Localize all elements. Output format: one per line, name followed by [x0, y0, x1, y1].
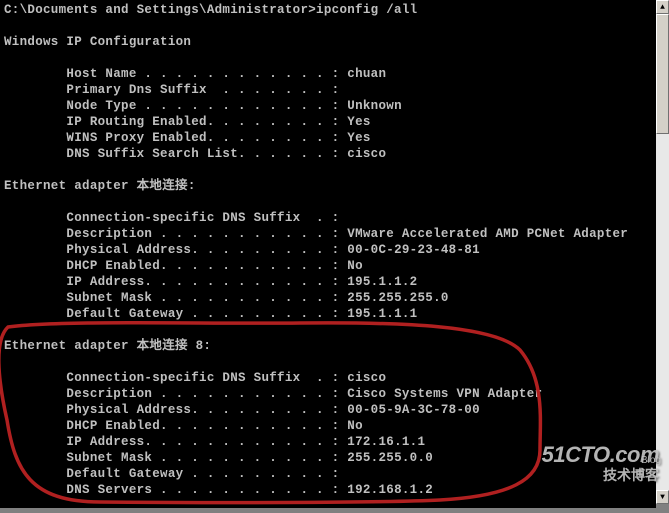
- adapter-header: Ethernet adapter 本地连接:: [4, 179, 196, 193]
- kv-row: Subnet Mask . . . . . . . . . . . : 255.…: [4, 451, 433, 465]
- command-prompt-window: C:\Documents and Settings\Administrator>…: [0, 0, 656, 508]
- scroll-thumb[interactable]: [656, 14, 669, 134]
- kv-row: Description . . . . . . . . . . . : Cisc…: [4, 387, 542, 401]
- kv-row: Connection-specific DNS Suffix . :: [4, 211, 339, 225]
- command-line: C:\Documents and Settings\Administrator>…: [4, 3, 417, 17]
- kv-row: Physical Address. . . . . . . . . : 00-0…: [4, 243, 480, 257]
- kv-row: Default Gateway . . . . . . . . . : 195.…: [4, 307, 417, 321]
- kv-row: Physical Address. . . . . . . . . : 00-0…: [4, 403, 480, 417]
- kv-row: WINS Proxy Enabled. . . . . . . . : Yes: [4, 131, 371, 145]
- kv-row: Default Gateway . . . . . . . . . :: [4, 467, 339, 481]
- kv-row: Host Name . . . . . . . . . . . . : chua…: [4, 67, 386, 81]
- kv-row: IP Address. . . . . . . . . . . . : 195.…: [4, 275, 417, 289]
- kv-row: Description . . . . . . . . . . . : VMwa…: [4, 227, 628, 241]
- ip-address-value: 172.16.1.1: [347, 435, 425, 449]
- kv-row: DHCP Enabled. . . . . . . . . . . : No: [4, 419, 363, 433]
- kv-row: DHCP Enabled. . . . . . . . . . . : No: [4, 259, 363, 273]
- kv-row: IP Address. . . . . . . . . . . . : 172.…: [4, 435, 425, 449]
- kv-row: DNS Servers . . . . . . . . . . . : 192.…: [4, 483, 433, 497]
- kv-row: DNS Suffix Search List. . . . . . : cisc…: [4, 147, 386, 161]
- kv-row: Primary Dns Suffix . . . . . . . :: [4, 83, 339, 97]
- kv-row: Connection-specific DNS Suffix . : cisco: [4, 371, 386, 385]
- host-name-value: chuan: [347, 67, 386, 81]
- kv-row: Subnet Mask . . . . . . . . . . . : 255.…: [4, 291, 449, 305]
- adapter-header: Ethernet adapter 本地连接 8:: [4, 339, 211, 353]
- ip-address-value: 195.1.1.2: [347, 275, 417, 289]
- scroll-track[interactable]: [656, 14, 669, 490]
- scroll-up-button[interactable]: ▲: [656, 0, 669, 14]
- vertical-scrollbar[interactable]: ▲ ▼: [656, 0, 669, 504]
- kv-row: Node Type . . . . . . . . . . . . : Unkn…: [4, 99, 402, 113]
- scroll-down-button[interactable]: ▼: [656, 490, 669, 504]
- section-header: Windows IP Configuration: [4, 35, 191, 49]
- kv-row: IP Routing Enabled. . . . . . . . : Yes: [4, 115, 371, 129]
